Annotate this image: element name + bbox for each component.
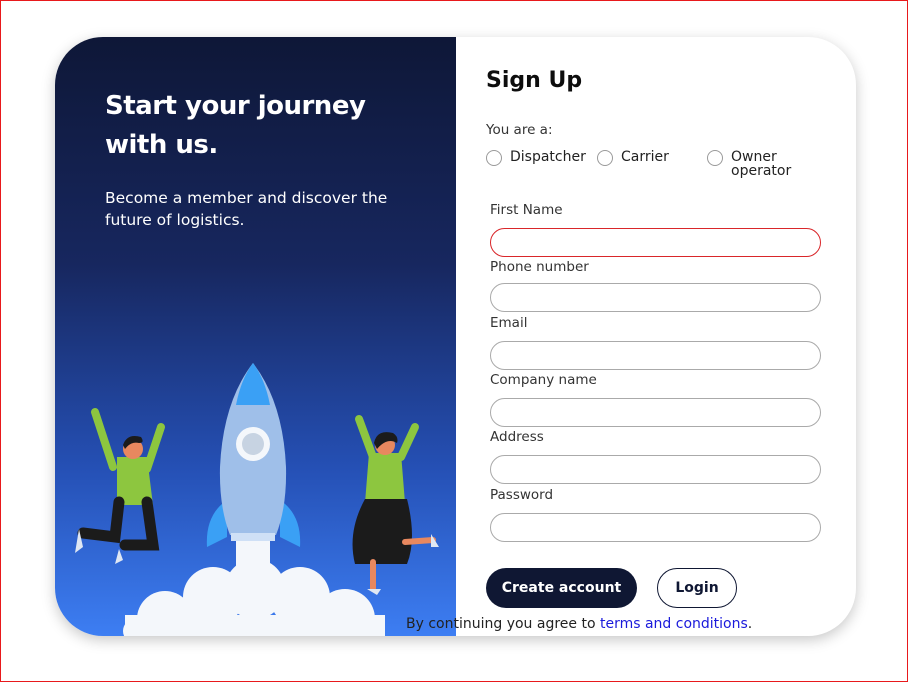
cloud-illustration (123, 559, 385, 636)
address-field[interactable] (490, 455, 821, 484)
launch-illustration (75, 363, 439, 636)
hero-panel: Start your journey with us. Become a mem… (55, 37, 456, 636)
password-label: Password (490, 487, 554, 503)
signup-form-panel: Sign Up You are a: Dispatcher Carrier Ow… (456, 37, 856, 636)
role-owner-operator-label: Owner operator (731, 149, 792, 179)
radio-circle[interactable] (707, 150, 723, 166)
role-radio-dispatcher[interactable]: Dispatcher (486, 150, 586, 166)
signup-card: Start your journey with us. Become a mem… (55, 37, 856, 636)
terms-notice: By continuing you agree to terms and con… (406, 616, 752, 632)
address-label: Address (490, 429, 544, 445)
terms-prefix: By continuing you agree to (406, 616, 600, 632)
company-label: Company name (490, 372, 597, 388)
role-radio-owner-operator[interactable]: Owner operator (707, 150, 801, 178)
role-radio-carrier[interactable]: Carrier (597, 150, 669, 166)
jumping-man-illustration (75, 408, 165, 564)
rocket-illustration (206, 363, 301, 571)
terms-suffix: . (747, 616, 753, 632)
first-name-label: First Name (490, 202, 563, 218)
role-carrier-label: Carrier (621, 149, 669, 165)
jumping-woman-illustration (352, 415, 439, 595)
company-field[interactable] (490, 398, 821, 427)
first-name-field[interactable] (490, 228, 821, 257)
radio-circle[interactable] (597, 150, 613, 166)
email-field[interactable] (490, 341, 821, 370)
terms-link[interactable]: terms and conditions (600, 616, 748, 632)
form-title: Sign Up (486, 68, 583, 93)
email-label: Email (490, 315, 528, 331)
hero-title: Start your journey with us. (105, 91, 366, 160)
login-button[interactable]: Login (657, 568, 737, 608)
radio-circle[interactable] (486, 150, 502, 166)
role-dispatcher-label: Dispatcher (510, 149, 586, 165)
phone-field[interactable] (490, 283, 821, 312)
phone-label: Phone number (490, 259, 589, 275)
hero-subtitle: Become a member and discover the future … (105, 189, 388, 229)
create-account-button[interactable]: Create account (486, 568, 637, 608)
role-label: You are a: (486, 122, 553, 138)
password-field[interactable] (490, 513, 821, 542)
